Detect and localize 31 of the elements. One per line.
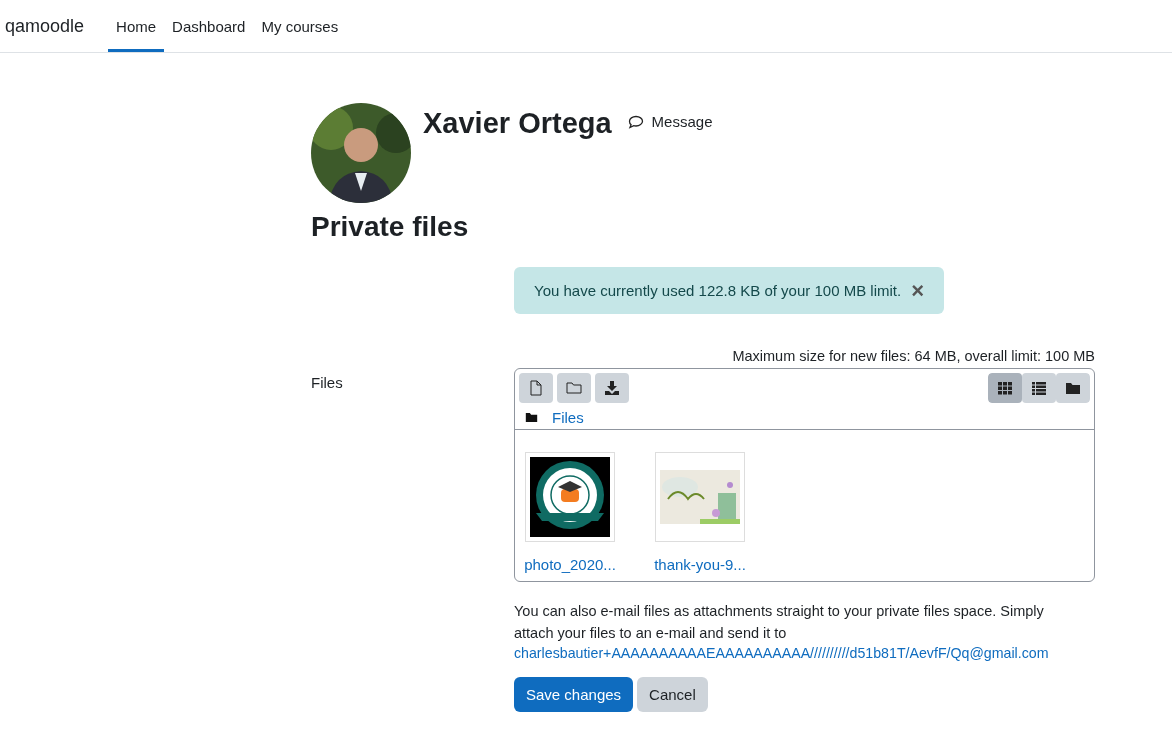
- nav-link[interactable]: Dashboard: [164, 0, 254, 52]
- folder-icon: [1065, 380, 1081, 396]
- close-button[interactable]: ×: [911, 277, 924, 304]
- file-name-link[interactable]: thank-you-9...: [654, 556, 746, 573]
- save-button[interactable]: Save changes: [514, 677, 634, 712]
- field-label: Files: [311, 373, 344, 393]
- file-name-link[interactable]: photo_2020...: [524, 556, 616, 573]
- grid-icon: [997, 380, 1013, 396]
- size-limits-text: Maximum size for new files: 64 MB, overall limit: 100 MB: [731, 348, 1095, 364]
- file-icon: [528, 380, 544, 396]
- download-button[interactable]: [595, 373, 629, 403]
- download-icon: [604, 380, 620, 396]
- alert-text: You have currently used 122.8 KB of your 100 MB limit.: [534, 282, 902, 299]
- user-name: Xavier Ortega: [423, 107, 612, 140]
- list-icon: [1031, 380, 1047, 396]
- email-info-text: You can also e-mail files as attachments straight to your private files space. Simply attach your files to an e-mail and send it to: [514, 602, 1045, 643]
- chat-bubble-icon: [627, 114, 644, 129]
- site-name[interactable]: qamoodle: [5, 0, 85, 52]
- message-link[interactable]: Message: [627, 113, 713, 130]
- nav-link[interactable]: My courses: [253, 0, 347, 52]
- breadcrumb-link[interactable]: Files: [552, 409, 584, 426]
- file-button[interactable]: [519, 373, 553, 403]
- folder-icon: [525, 412, 538, 423]
- cancel-button[interactable]: Cancel: [637, 677, 708, 712]
- nav-link[interactable]: Home: [108, 0, 165, 52]
- view-mode-button[interactable]: [1022, 373, 1056, 403]
- view-mode-button[interactable]: [1056, 373, 1090, 403]
- page-title: Private files: [311, 211, 470, 243]
- email-link[interactable]: charlesbautier+AAAAAAAAAAEAAAAAAAAAA//////////d51b81T/AevfF/Qq@gmail.com: [514, 645, 1049, 661]
- folder-icon: [566, 380, 582, 396]
- view-mode-button[interactable]: [988, 373, 1022, 403]
